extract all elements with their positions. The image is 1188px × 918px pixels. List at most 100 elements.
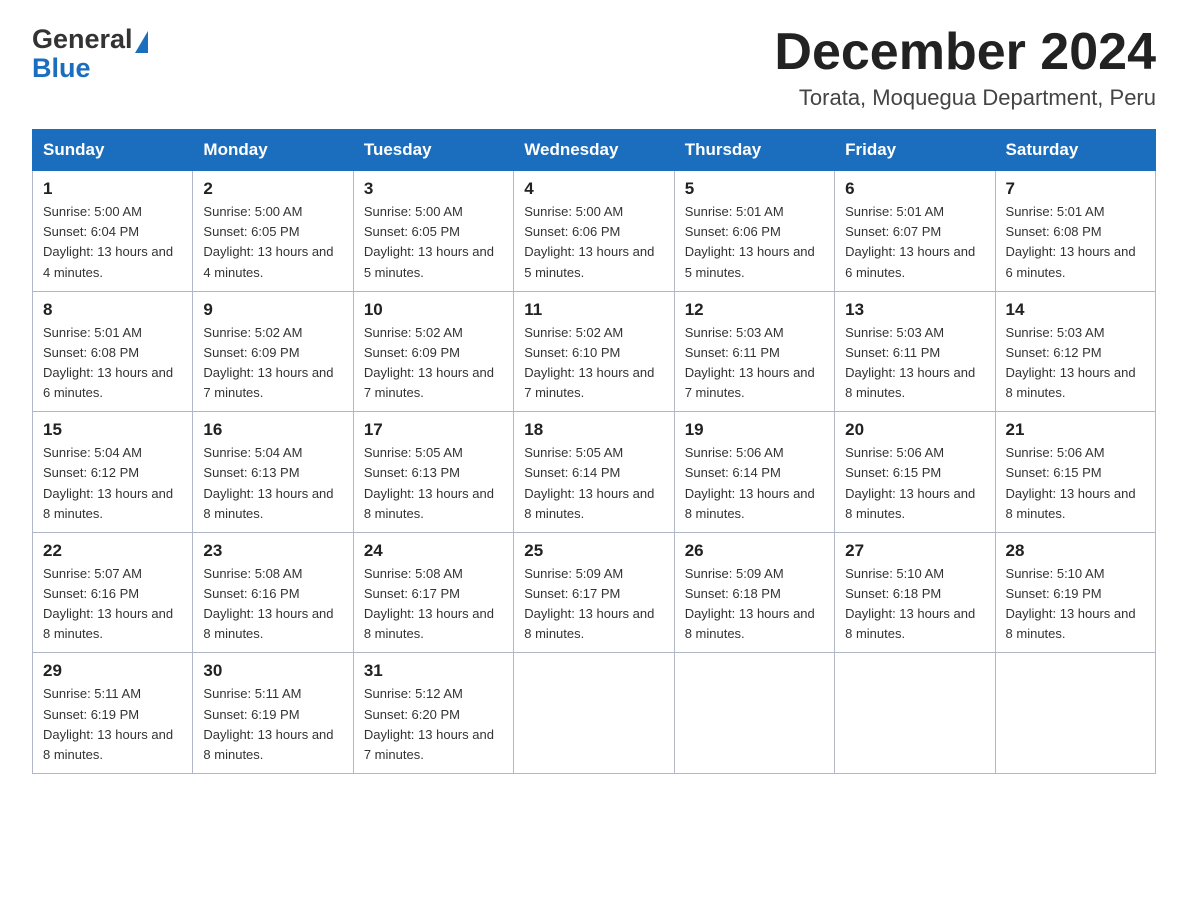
day-info: Sunrise: 5:11 AMSunset: 6:19 PMDaylight:… bbox=[43, 684, 182, 765]
calendar-cell: 6Sunrise: 5:01 AMSunset: 6:07 PMDaylight… bbox=[835, 171, 995, 292]
day-number: 18 bbox=[524, 420, 663, 440]
day-number: 3 bbox=[364, 179, 503, 199]
day-info: Sunrise: 5:01 AMSunset: 6:08 PMDaylight:… bbox=[43, 323, 182, 404]
day-number: 4 bbox=[524, 179, 663, 199]
calendar-cell: 21 Sunrise: 5:06 AMSunset: 6:15 PMDayligh… bbox=[995, 412, 1155, 533]
day-info: Sunrise: 5:01 AMSunset: 6:07 PMDaylight:… bbox=[845, 202, 984, 283]
calendar-cell: 3 Sunrise: 5:00 AMSunset: 6:05 PMDaylight… bbox=[353, 171, 513, 292]
day-info: Sunrise: 5:08 AMSunset: 6:17 PMDaylight:… bbox=[364, 564, 503, 645]
day-info: Sunrise: 5:09 AMSunset: 6:17 PMDaylight:… bbox=[524, 564, 663, 645]
week-row-3: 15 Sunrise: 5:04 AMSunset: 6:12 PMDayligh… bbox=[33, 412, 1156, 533]
calendar-cell: 15 Sunrise: 5:04 AMSunset: 6:12 PMDayligh… bbox=[33, 412, 193, 533]
weekday-header-friday: Friday bbox=[835, 130, 995, 171]
day-info: Sunrise: 5:03 AMSunset: 6:12 PMDaylight:… bbox=[1006, 323, 1145, 404]
calendar-cell: 13Sunrise: 5:03 AMSunset: 6:11 PMDayligh… bbox=[835, 291, 995, 412]
day-number: 27 bbox=[845, 541, 984, 561]
calendar-cell: 24 Sunrise: 5:08 AMSunset: 6:17 PMDayligh… bbox=[353, 532, 513, 653]
day-info: Sunrise: 5:00 AMSunset: 6:06 PMDaylight:… bbox=[524, 202, 663, 283]
day-info: Sunrise: 5:10 AMSunset: 6:18 PMDaylight:… bbox=[845, 564, 984, 645]
calendar-cell: 19 Sunrise: 5:06 AMSunset: 6:14 PMDayligh… bbox=[674, 412, 834, 533]
calendar-cell: 23 Sunrise: 5:08 AMSunset: 6:16 PMDayligh… bbox=[193, 532, 353, 653]
day-number: 30 bbox=[203, 661, 342, 681]
day-info: Sunrise: 5:00 AMSunset: 6:05 PMDaylight:… bbox=[203, 202, 342, 283]
day-number: 14 bbox=[1006, 300, 1145, 320]
day-number: 15 bbox=[43, 420, 182, 440]
day-info: Sunrise: 5:06 AMSunset: 6:15 PMDaylight:… bbox=[845, 443, 984, 524]
weekday-header-row: SundayMondayTuesdayWednesdayThursdayFrid… bbox=[33, 130, 1156, 171]
day-number: 12 bbox=[685, 300, 824, 320]
logo: General Blue bbox=[32, 24, 148, 84]
calendar-cell: 11 Sunrise: 5:02 AMSunset: 6:10 PMDayligh… bbox=[514, 291, 674, 412]
day-number: 25 bbox=[524, 541, 663, 561]
location-subtitle: Torata, Moquegua Department, Peru bbox=[774, 85, 1156, 111]
day-info: Sunrise: 5:02 AMSunset: 6:09 PMDaylight:… bbox=[203, 323, 342, 404]
day-info: Sunrise: 5:03 AMSunset: 6:11 PMDaylight:… bbox=[685, 323, 824, 404]
day-number: 10 bbox=[364, 300, 503, 320]
calendar-cell: 25 Sunrise: 5:09 AMSunset: 6:17 PMDayligh… bbox=[514, 532, 674, 653]
day-number: 22 bbox=[43, 541, 182, 561]
day-number: 26 bbox=[685, 541, 824, 561]
weekday-header-tuesday: Tuesday bbox=[353, 130, 513, 171]
calendar-table: SundayMondayTuesdayWednesdayThursdayFrid… bbox=[32, 129, 1156, 774]
day-info: Sunrise: 5:08 AMSunset: 6:16 PMDaylight:… bbox=[203, 564, 342, 645]
day-number: 8 bbox=[43, 300, 182, 320]
day-info: Sunrise: 5:00 AMSunset: 6:05 PMDaylight:… bbox=[364, 202, 503, 283]
day-info: Sunrise: 5:09 AMSunset: 6:18 PMDaylight:… bbox=[685, 564, 824, 645]
calendar-cell: 5Sunrise: 5:01 AMSunset: 6:06 PMDaylight… bbox=[674, 171, 834, 292]
day-info: Sunrise: 5:03 AMSunset: 6:11 PMDaylight:… bbox=[845, 323, 984, 404]
weekday-header-thursday: Thursday bbox=[674, 130, 834, 171]
calendar-cell: 26 Sunrise: 5:09 AMSunset: 6:18 PMDayligh… bbox=[674, 532, 834, 653]
day-info: Sunrise: 5:06 AMSunset: 6:15 PMDaylight:… bbox=[1006, 443, 1145, 524]
calendar-cell: 8 Sunrise: 5:01 AMSunset: 6:08 PMDaylight… bbox=[33, 291, 193, 412]
day-info: Sunrise: 5:11 AMSunset: 6:19 PMDaylight:… bbox=[203, 684, 342, 765]
day-number: 21 bbox=[1006, 420, 1145, 440]
day-info: Sunrise: 5:04 AMSunset: 6:12 PMDaylight:… bbox=[43, 443, 182, 524]
calendar-cell: 12 Sunrise: 5:03 AMSunset: 6:11 PMDayligh… bbox=[674, 291, 834, 412]
day-number: 1 bbox=[43, 179, 182, 199]
day-number: 11 bbox=[524, 300, 663, 320]
page-header: General Blue December 2024 Torata, Moque… bbox=[32, 24, 1156, 111]
calendar-cell bbox=[514, 653, 674, 774]
day-info: Sunrise: 5:10 AMSunset: 6:19 PMDaylight:… bbox=[1006, 564, 1145, 645]
calendar-cell bbox=[995, 653, 1155, 774]
day-number: 23 bbox=[203, 541, 342, 561]
calendar-cell: 31 Sunrise: 5:12 AMSunset: 6:20 PMDayligh… bbox=[353, 653, 513, 774]
week-row-2: 8 Sunrise: 5:01 AMSunset: 6:08 PMDaylight… bbox=[33, 291, 1156, 412]
day-number: 24 bbox=[364, 541, 503, 561]
day-number: 28 bbox=[1006, 541, 1145, 561]
day-info: Sunrise: 5:05 AMSunset: 6:13 PMDaylight:… bbox=[364, 443, 503, 524]
day-number: 17 bbox=[364, 420, 503, 440]
month-title: December 2024 bbox=[774, 24, 1156, 81]
calendar-cell bbox=[835, 653, 995, 774]
day-info: Sunrise: 5:12 AMSunset: 6:20 PMDaylight:… bbox=[364, 684, 503, 765]
logo-blue-text: Blue bbox=[32, 53, 91, 84]
weekday-header-wednesday: Wednesday bbox=[514, 130, 674, 171]
day-info: Sunrise: 5:02 AMSunset: 6:09 PMDaylight:… bbox=[364, 323, 503, 404]
day-number: 7 bbox=[1006, 179, 1145, 199]
calendar-cell: 16Sunrise: 5:04 AMSunset: 6:13 PMDayligh… bbox=[193, 412, 353, 533]
calendar-cell: 27 Sunrise: 5:10 AMSunset: 6:18 PMDayligh… bbox=[835, 532, 995, 653]
calendar-cell bbox=[674, 653, 834, 774]
calendar-cell: 9 Sunrise: 5:02 AMSunset: 6:09 PMDaylight… bbox=[193, 291, 353, 412]
day-info: Sunrise: 5:01 AMSunset: 6:08 PMDaylight:… bbox=[1006, 202, 1145, 283]
calendar-cell: 10 Sunrise: 5:02 AMSunset: 6:09 PMDayligh… bbox=[353, 291, 513, 412]
day-info: Sunrise: 5:02 AMSunset: 6:10 PMDaylight:… bbox=[524, 323, 663, 404]
day-number: 20 bbox=[845, 420, 984, 440]
day-info: Sunrise: 5:06 AMSunset: 6:14 PMDaylight:… bbox=[685, 443, 824, 524]
week-row-1: 1 Sunrise: 5:00 AMSunset: 6:04 PMDaylight… bbox=[33, 171, 1156, 292]
calendar-cell: 29Sunrise: 5:11 AMSunset: 6:19 PMDayligh… bbox=[33, 653, 193, 774]
calendar-cell: 18Sunrise: 5:05 AMSunset: 6:14 PMDayligh… bbox=[514, 412, 674, 533]
calendar-cell: 14 Sunrise: 5:03 AMSunset: 6:12 PMDayligh… bbox=[995, 291, 1155, 412]
day-number: 9 bbox=[203, 300, 342, 320]
title-block: December 2024 Torata, Moquegua Departmen… bbox=[774, 24, 1156, 111]
weekday-header-saturday: Saturday bbox=[995, 130, 1155, 171]
calendar-cell: 7 Sunrise: 5:01 AMSunset: 6:08 PMDaylight… bbox=[995, 171, 1155, 292]
day-number: 16 bbox=[203, 420, 342, 440]
day-number: 31 bbox=[364, 661, 503, 681]
day-number: 19 bbox=[685, 420, 824, 440]
weekday-header-sunday: Sunday bbox=[33, 130, 193, 171]
calendar-cell: 1 Sunrise: 5:00 AMSunset: 6:04 PMDaylight… bbox=[33, 171, 193, 292]
day-info: Sunrise: 5:00 AMSunset: 6:04 PMDaylight:… bbox=[43, 202, 182, 283]
day-number: 5 bbox=[685, 179, 824, 199]
calendar-cell: 28 Sunrise: 5:10 AMSunset: 6:19 PMDayligh… bbox=[995, 532, 1155, 653]
